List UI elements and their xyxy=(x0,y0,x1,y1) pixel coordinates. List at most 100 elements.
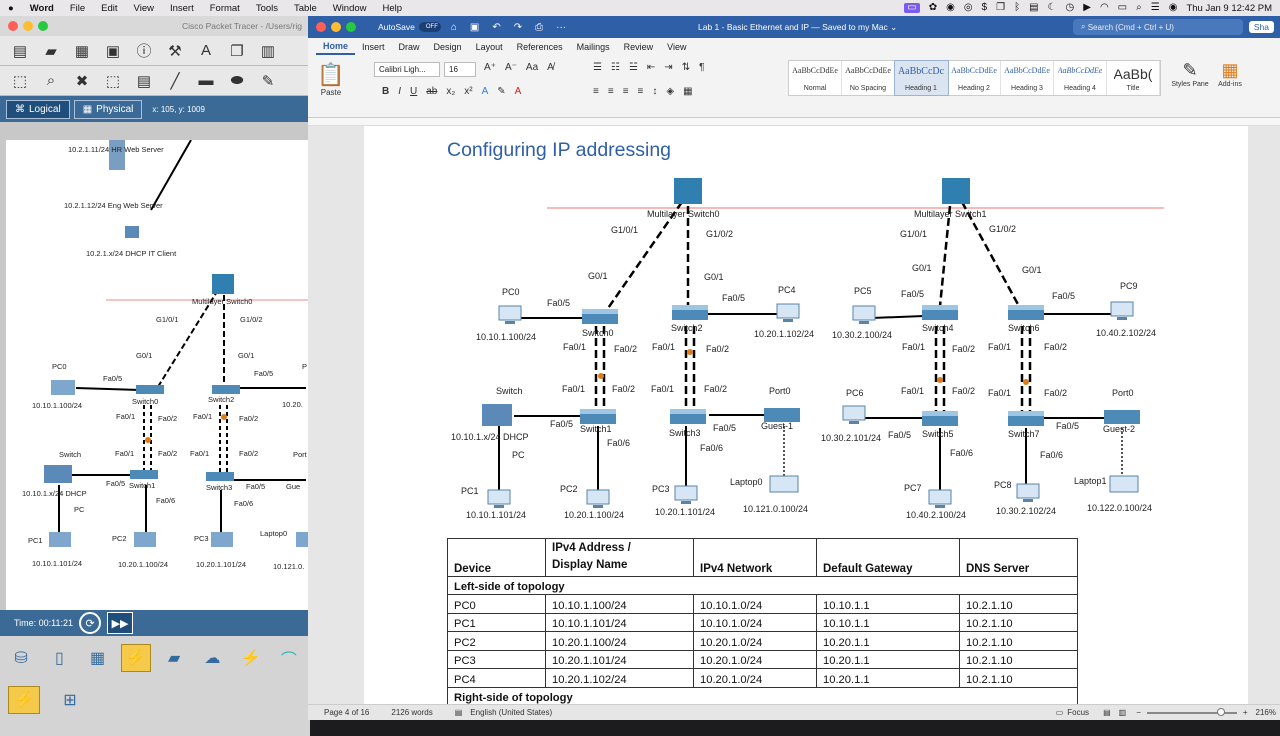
menu-tools[interactable]: Tools xyxy=(248,3,286,14)
table-row[interactable]: PC2 10.20.1.100/24 10.20.1.0/24 10.20.1.1 10… xyxy=(447,631,1078,651)
menu-table[interactable]: Table xyxy=(286,3,325,14)
power-cycle-icon[interactable]: ⟳ xyxy=(79,612,102,634)
connections-icon[interactable]: ⚡ xyxy=(120,644,152,672)
align-left-icon[interactable]: ≡ xyxy=(593,86,599,97)
wifi-icon[interactable]: ◠ xyxy=(1100,3,1109,13)
battery-icon[interactable]: ▭ xyxy=(1118,3,1127,13)
shading-icon[interactable]: ◈ xyxy=(666,86,674,97)
menu-window[interactable]: Window xyxy=(325,3,375,14)
apple-icon[interactable]: ● xyxy=(0,3,22,14)
status-app3-icon[interactable]: ◎ xyxy=(964,3,973,13)
paste-button[interactable]: 📋 Paste xyxy=(316,62,346,97)
document-page[interactable]: Configuring IP addressing Multilayer Swi… xyxy=(364,126,1248,704)
font-name-select[interactable]: Calibri Ligh... xyxy=(374,62,440,77)
zoom-slider[interactable] xyxy=(1146,707,1237,716)
autosave-control[interactable]: AutoSave OFF xyxy=(378,22,441,32)
borders-icon[interactable]: ▦ xyxy=(683,86,692,97)
shrink-font-icon[interactable]: A⁻ xyxy=(505,62,517,73)
underline-icon[interactable]: U xyxy=(410,86,417,97)
page-count[interactable]: Page 4 of 16 xyxy=(324,708,369,717)
menu-app-name[interactable]: Word xyxy=(22,3,62,14)
paste-icon[interactable]: ▥ xyxy=(258,41,278,61)
open-folder-icon[interactable]: ▰ xyxy=(41,41,61,61)
play-icon[interactable]: ▶ xyxy=(1083,3,1091,13)
table-row[interactable]: PC4 10.20.1.102/24 10.20.1.0/24 10.20.1.1 10… xyxy=(447,668,1078,688)
table-row[interactable]: PC1 10.10.1.101/24 10.10.1.0/24 10.10.1.1 10… xyxy=(447,612,1078,632)
increase-indent-icon[interactable]: ⇥ xyxy=(664,62,672,73)
tab-design[interactable]: Design xyxy=(427,40,469,54)
grow-font-icon[interactable]: A⁺ xyxy=(484,62,496,73)
document-title[interactable]: Lab 1 - Basic Ethernet and IP — Saved to… xyxy=(698,22,897,33)
window-icon[interactable]: ❐ xyxy=(996,3,1005,13)
end-devices-icon[interactable]: ▯ xyxy=(44,644,74,672)
spelling-icon[interactable]: ▤ xyxy=(455,708,463,717)
highlight-icon[interactable]: ✎ xyxy=(497,86,505,97)
status-app-icon[interactable]: ✿ xyxy=(929,3,937,13)
auto-connection-icon[interactable]: ⚡ xyxy=(236,644,266,672)
styles-pane-button[interactable]: ✎ Styles Pane xyxy=(1168,60,1212,88)
focus-icon[interactable]: ▭ xyxy=(1056,708,1064,717)
menu-view[interactable]: View xyxy=(126,3,162,14)
zoom-level[interactable]: 216% xyxy=(1256,708,1276,717)
style-heading-1[interactable]: AaBbCcDc Heading 1 xyxy=(894,60,949,96)
style-no-spacing[interactable]: AaBbCcDdEe No Spacing xyxy=(842,61,895,95)
pilcrow-icon[interactable]: ¶ xyxy=(699,62,704,73)
info-icon[interactable]: ⓘ xyxy=(134,41,154,61)
table-row[interactable]: PC3 10.20.1.101/24 10.20.1.0/24 10.20.1.1 10… xyxy=(447,649,1078,669)
print-icon[interactable]: ▣ xyxy=(103,41,123,61)
font-color-icon[interactable]: A xyxy=(515,86,522,97)
pt-logical-canvas[interactable]: 10.2.1.11/24 HR Web Server 10.2.1.12/24 … xyxy=(6,140,308,610)
zoom-out-icon[interactable]: − xyxy=(1136,708,1141,717)
style-heading-3[interactable]: AaBbCcDdEe Heading 3 xyxy=(1001,61,1054,95)
change-case-icon[interactable]: Aa xyxy=(526,62,538,73)
fast-forward-icon[interactable]: ▶▶ xyxy=(107,612,134,634)
sort-icon[interactable]: ⇅ xyxy=(682,62,690,73)
new-file-icon[interactable]: ▤ xyxy=(10,41,30,61)
tab-mailings[interactable]: Mailings xyxy=(570,40,617,54)
redo-icon[interactable]: ↷ xyxy=(514,22,522,33)
selected-connection-icon[interactable]: ⚡ xyxy=(8,686,40,714)
print-layout-icon[interactable]: ▤ xyxy=(1103,708,1111,717)
print-icon[interactable]: ⎙ xyxy=(535,22,543,33)
inspect-icon[interactable]: ⌕ xyxy=(41,71,61,91)
focus-mode[interactable]: Focus xyxy=(1067,708,1089,717)
console-cable-icon[interactable]: ⌒ xyxy=(274,644,304,672)
grid-icon[interactable]: ⊞ xyxy=(54,686,86,714)
line-icon[interactable]: ╱ xyxy=(165,71,185,91)
freeform-icon[interactable]: ✎ xyxy=(258,71,278,91)
zoom-slider-thumb[interactable] xyxy=(1216,707,1225,716)
topology-diagram[interactable]: Multilayer Switch0 Multilayer Switch1 G1… xyxy=(364,126,1248,536)
style-normal[interactable]: AaBbCcDdEe Normal xyxy=(789,61,842,95)
control-center-icon[interactable]: ☰ xyxy=(1151,3,1160,13)
network-devices-icon[interactable]: ⛁ xyxy=(6,644,36,672)
save-icon[interactable]: ▣ xyxy=(470,22,479,33)
screen-record-icon[interactable]: ▭ xyxy=(904,3,920,13)
font-size-select[interactable]: 16 xyxy=(444,62,476,77)
components-icon[interactable]: ▦ xyxy=(82,644,112,672)
style-heading-4[interactable]: AaBbCcDdEe Heading 4 xyxy=(1054,61,1107,95)
bold-icon[interactable]: B xyxy=(382,86,389,97)
tab-physical[interactable]: ▦ Physical xyxy=(73,99,143,119)
bullets-icon[interactable]: ☰ xyxy=(593,62,602,73)
moon-icon[interactable]: ☾ xyxy=(1048,3,1057,13)
table-row[interactable]: PC0 10.10.1.100/24 10.10.1.0/24 10.10.1.1 10… xyxy=(447,594,1078,614)
search-icon[interactable]: ⌕ xyxy=(1136,3,1142,13)
zoom-in-icon[interactable]: + xyxy=(1243,708,1248,717)
rectangle-icon[interactable]: ▬ xyxy=(196,71,216,91)
tab-layout[interactable]: Layout xyxy=(469,40,510,54)
ip-addressing-table[interactable]: Device IPv4 Address / Display Name IPv4 N… xyxy=(447,538,1078,704)
text-effects-icon[interactable]: A xyxy=(482,86,489,97)
menu-help[interactable]: Help xyxy=(375,3,411,14)
undo-icon[interactable]: ↶ xyxy=(492,22,500,33)
pt-minimize-icon[interactable] xyxy=(23,21,33,31)
status-app4-icon[interactable]: $ xyxy=(982,3,988,13)
strikethrough-icon[interactable]: ab xyxy=(426,86,437,97)
style-title[interactable]: AaBb(Title xyxy=(1107,61,1160,95)
delete-icon[interactable]: ✖ xyxy=(72,71,92,91)
tab-insert[interactable]: Insert xyxy=(355,40,392,54)
add-ins-button[interactable]: ▦ Add-ins xyxy=(1208,60,1252,88)
pt-zoom-icon[interactable] xyxy=(38,21,48,31)
siri-icon[interactable]: ◉ xyxy=(1169,3,1178,13)
word-count[interactable]: 2126 words xyxy=(391,708,432,717)
word-close-icon[interactable] xyxy=(316,22,326,32)
